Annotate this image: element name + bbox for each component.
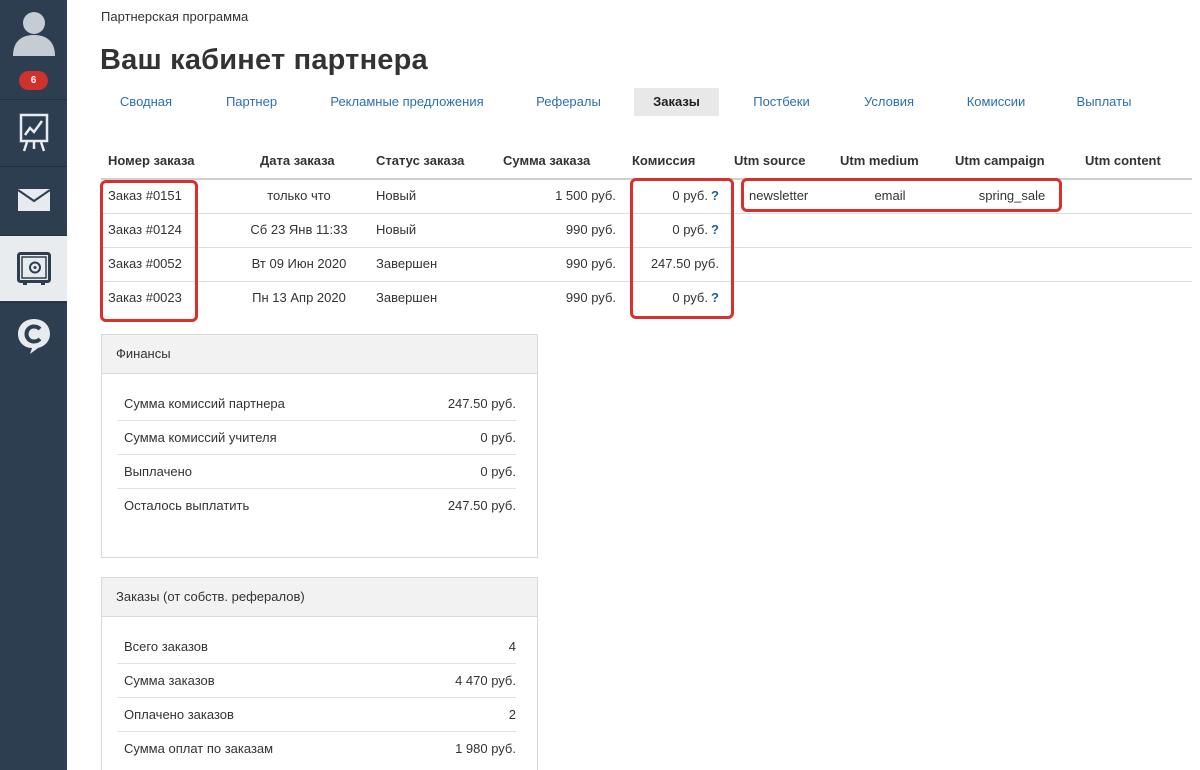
- stat-value: 0 руб.: [480, 430, 516, 445]
- brand-c-icon: [17, 318, 50, 354]
- tab-partner[interactable]: Партнер: [210, 88, 293, 116]
- list-item: Сумма комиссий учителя 0 руб.: [117, 421, 516, 455]
- tab-offers[interactable]: Рекламные предложения: [318, 88, 496, 116]
- tab-commissions[interactable]: Комиссии: [950, 88, 1042, 116]
- stat-label: Осталось выплатить: [124, 498, 250, 513]
- tab-summary[interactable]: Сводная: [103, 88, 189, 116]
- list-item: Оплачено заказов 2: [117, 698, 516, 732]
- safe-icon: [16, 251, 51, 285]
- stat-value: 4 470 руб.: [455, 673, 516, 688]
- order-status: Новый: [376, 222, 417, 237]
- notification-badge[interactable]: 6: [19, 71, 48, 90]
- list-item: Сумма заказов 4 470 руб.: [117, 664, 516, 698]
- page-title: Ваш кабинет партнера: [100, 44, 428, 76]
- col-order-sum[interactable]: Сумма заказа: [503, 153, 590, 168]
- stat-value: 4: [508, 639, 516, 654]
- list-item: Всего заказов 4: [117, 630, 516, 664]
- chart-board-icon: [19, 113, 48, 151]
- stat-label: Сумма комиссий партнера: [124, 396, 285, 411]
- stat-label: Всего заказов: [124, 639, 208, 654]
- tab-payouts[interactable]: Выплаты: [1062, 88, 1146, 116]
- list-item: Выплачено 0 руб.: [117, 455, 516, 489]
- stat-label: Сумма оплат по заказам: [124, 741, 274, 756]
- col-utm-medium[interactable]: Utm medium: [840, 153, 919, 168]
- col-utm-campaign[interactable]: Utm campaign: [955, 153, 1045, 168]
- stat-value: 247.50 руб.: [447, 498, 516, 513]
- highlight-utm: [741, 178, 1062, 212]
- order-sum: 990 руб.: [565, 256, 616, 271]
- stat-label: Сумма комиссий учителя: [124, 430, 277, 445]
- stat-value: 1 980 руб.: [455, 741, 516, 756]
- order-date: Сб 23 Янв 11:33: [250, 222, 348, 237]
- col-order-status[interactable]: Статус заказа: [376, 153, 464, 168]
- stat-label: Оплачено заказов: [124, 707, 234, 722]
- order-status: Завершен: [376, 256, 438, 271]
- list-item: Осталось выплатить 247.50 руб.: [117, 489, 516, 523]
- order-status: Новый: [376, 188, 417, 203]
- list-item: Сумма комиссий партнера 247.50 руб.: [117, 387, 516, 421]
- order-sum: 990 руб.: [565, 222, 616, 237]
- user-avatar[interactable]: [0, 0, 67, 63]
- tab-terms[interactable]: Условия: [847, 88, 931, 116]
- order-date: Вт 09 Июн 2020: [251, 256, 347, 271]
- col-order-date[interactable]: Дата заказа: [260, 153, 335, 168]
- list-item: Сумма оплат по заказам 1 980 руб.: [117, 732, 516, 766]
- col-utm-content[interactable]: Utm content: [1085, 153, 1161, 168]
- sidebar-item-brand[interactable]: [0, 302, 67, 368]
- col-commission[interactable]: Комиссия: [632, 153, 695, 168]
- sidebar-item-mail[interactable]: [0, 166, 67, 232]
- tab-referrals[interactable]: Рефералы: [520, 88, 617, 116]
- sidebar-item-stats[interactable]: [0, 99, 67, 165]
- sidebar: 6: [0, 0, 67, 770]
- stat-label: Сумма заказов: [124, 673, 215, 688]
- panel-title: Финансы: [102, 335, 537, 374]
- highlight-commission: [630, 178, 734, 319]
- breadcrumb[interactable]: Партнерская программа: [101, 9, 248, 24]
- order-status: Завершен: [376, 290, 438, 305]
- order-sum: 1 500 руб.: [555, 188, 616, 203]
- stat-label: Выплачено: [124, 464, 192, 479]
- order-date: только что: [267, 188, 331, 203]
- finance-panel: Финансы Сумма комиссий партнера 247.50 р…: [101, 334, 538, 558]
- stat-value: 2: [508, 707, 516, 722]
- col-utm-source[interactable]: Utm source: [734, 153, 806, 168]
- sidebar-item-safe[interactable]: [0, 235, 67, 301]
- col-order-number[interactable]: Номер заказа: [108, 153, 195, 168]
- stat-value: 0 руб.: [480, 464, 516, 479]
- tab-orders[interactable]: Заказы: [634, 88, 719, 116]
- mail-icon: [16, 188, 51, 211]
- order-sum: 990 руб.: [565, 290, 616, 305]
- orders-summary-panel: Заказы (от собств. рефералов) Всего зака…: [101, 577, 538, 770]
- panel-title: Заказы (от собств. рефералов): [102, 578, 537, 617]
- order-date: Пн 13 Апр 2020: [252, 290, 346, 305]
- stat-value: 247.50 руб.: [447, 396, 516, 411]
- highlight-order-numbers: [100, 180, 198, 322]
- user-icon: [12, 11, 55, 56]
- tab-postbacks[interactable]: Постбеки: [737, 88, 826, 116]
